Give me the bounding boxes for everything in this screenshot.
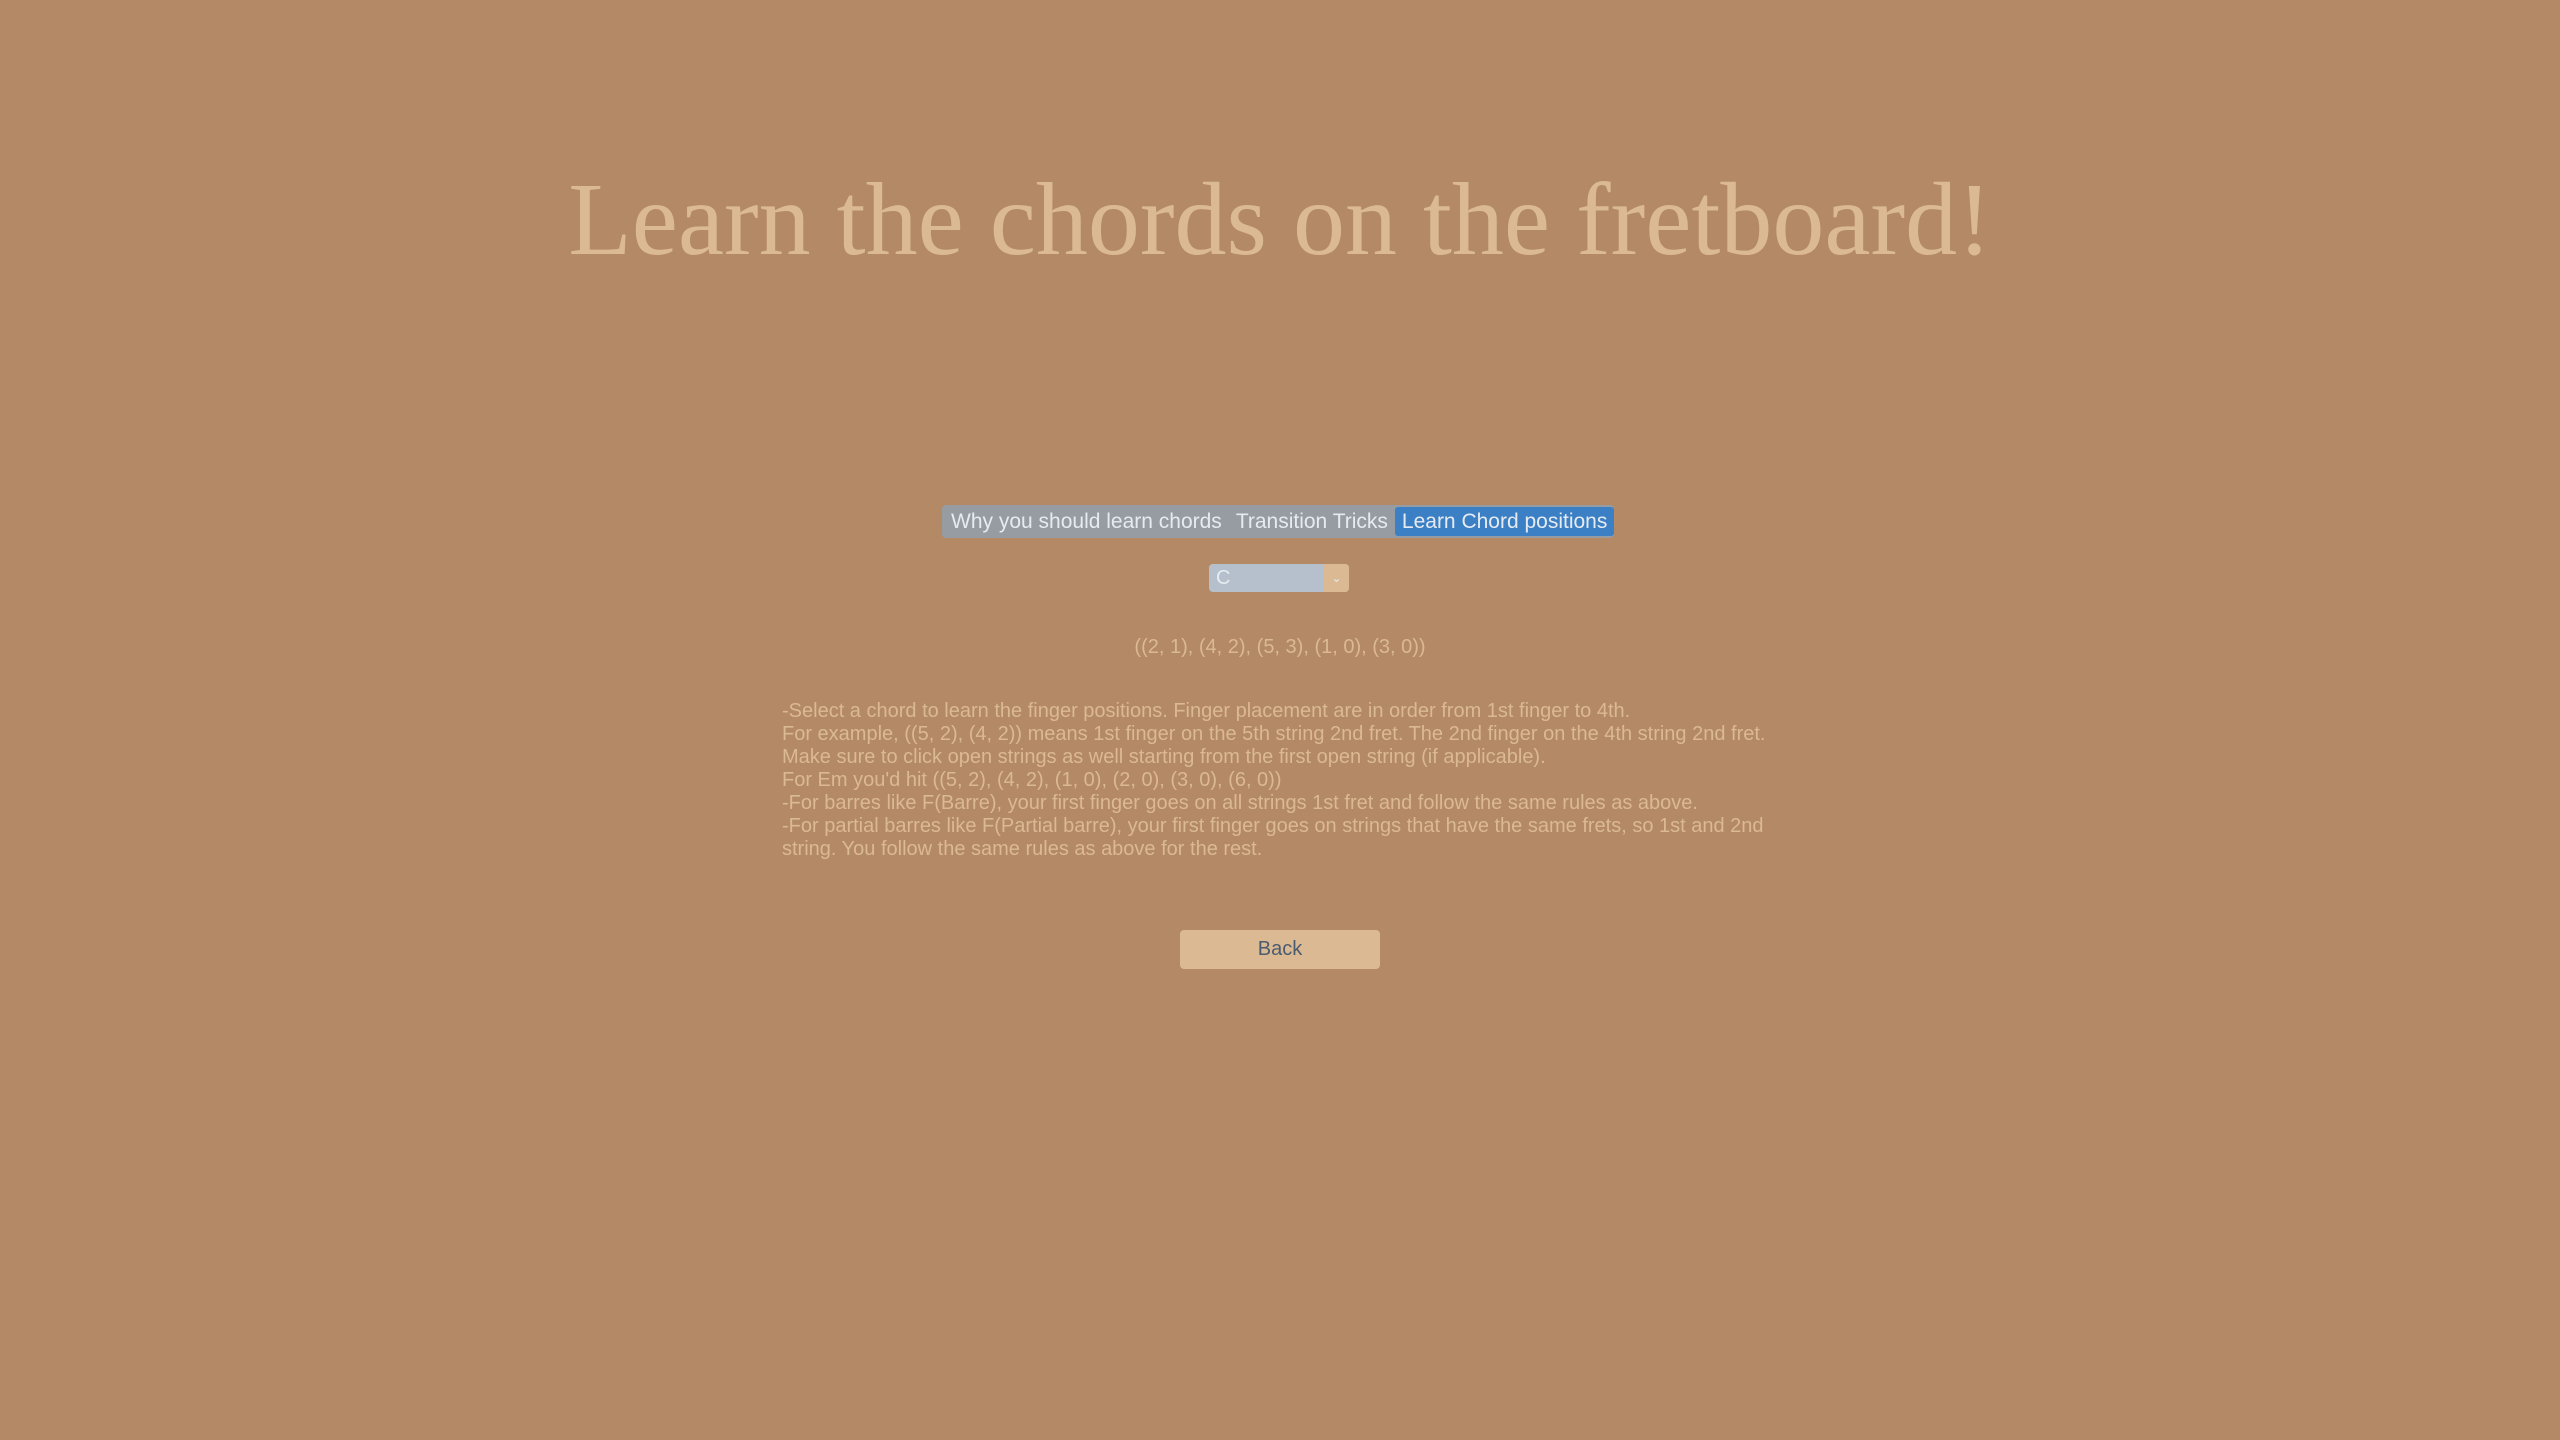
tab-bar: Why you should learn chords Transition T… <box>942 505 1615 538</box>
instruction-line: For example, ((5, 2), (4, 2)) means 1st … <box>782 723 1766 745</box>
back-button[interactable]: Back <box>1180 930 1380 969</box>
instruction-line: For Em you'd hit ((5, 2), (4, 2), (1, 0)… <box>782 769 1282 791</box>
instruction-line: Make sure to click open strings as well … <box>782 746 1546 768</box>
chord-positions: ((2, 1), (4, 2), (5, 3), (1, 0), (3, 0)) <box>1134 636 1426 658</box>
tab-transition-tricks[interactable]: Transition Tricks <box>1229 507 1395 536</box>
tab-learn-chord-positions[interactable]: Learn Chord positions <box>1394 507 1615 536</box>
chevron-down-icon[interactable]: ⌄ <box>1324 564 1349 592</box>
instruction-line: -Select a chord to learn the finger posi… <box>782 700 1631 722</box>
instruction-line: -For partial barres like F(Partial barre… <box>782 815 1764 860</box>
chord-select-value: C <box>1216 567 1231 589</box>
instruction-line: -For barres like F(Barre), your first fi… <box>782 792 1698 814</box>
chord-select[interactable]: C ⌄ <box>1209 564 1349 592</box>
page-title: Learn the chords on the fretboard! <box>568 162 1992 277</box>
tab-why-learn-chords[interactable]: Why you should learn chords <box>944 507 1229 536</box>
instructions: -Select a chord to learn the finger posi… <box>782 700 1792 861</box>
